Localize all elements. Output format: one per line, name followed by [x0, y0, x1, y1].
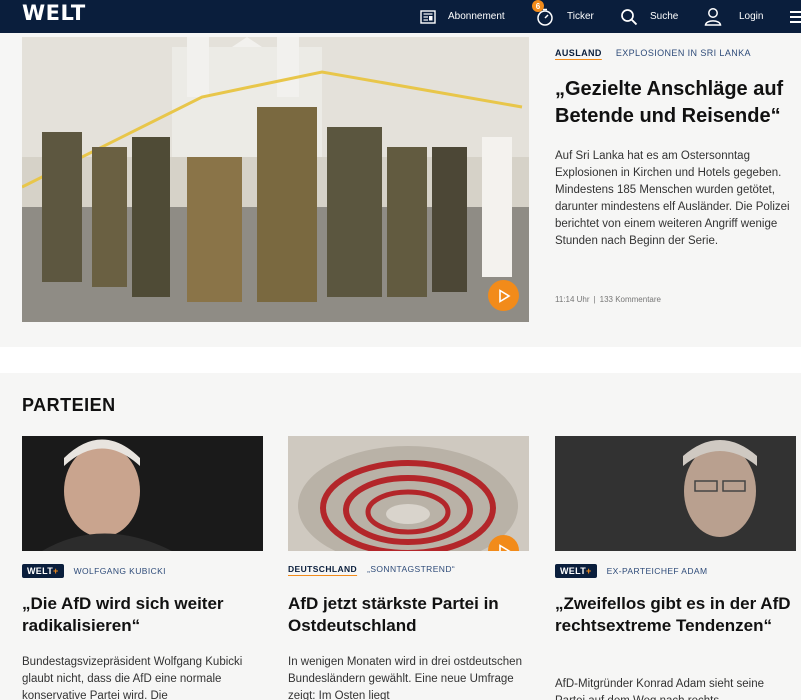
lead-kicker: AUSLAND EXPLOSIONEN IN SRI LANKA [555, 48, 751, 58]
play-icon [498, 543, 511, 551]
kubicki-portrait-photo [22, 436, 263, 551]
lead-teaser: Auf Sri Lanka hat es am Ostersonntag Exp… [555, 150, 790, 247]
lead-meta: 11:14 Uhr | 133 Kommentare [555, 295, 661, 304]
welt-plus-badge: WELT+ [555, 564, 597, 578]
search-icon [621, 8, 638, 25]
card-3-kicker: WELT+ EX-PARTEICHEF ADAM [555, 564, 707, 578]
user-icon [704, 8, 722, 26]
card-3-title[interactable]: „Zweifellos gibt es in der AfD rechtsext… [555, 593, 795, 637]
card-1-title[interactable]: „Die AfD wird sich weiter radikalisieren… [22, 593, 262, 637]
lead-topic-link[interactable]: EXPLOSIONEN IN SRI LANKA [616, 48, 751, 58]
section-divider [0, 347, 801, 373]
top-navigation-bar: WELT Abonnement Ticker 6 Suche Login [0, 0, 801, 33]
card-1-image[interactable] [22, 436, 263, 551]
card-2-section-link[interactable]: DEUTSCHLAND [288, 564, 357, 574]
nav-login-label: Login [739, 11, 764, 22]
card-1-topic[interactable]: WOLFGANG KUBICKI [74, 566, 166, 576]
nav-ticker[interactable]: Ticker [536, 0, 594, 33]
card-2-topic[interactable]: „SONNTAGSTREND“ [367, 564, 455, 574]
card-1-text: Bundestagsvizepräsident Wolfgang Kubicki… [22, 656, 243, 700]
welt-logo[interactable]: WELT [22, 2, 86, 24]
nav-ticker-label: Ticker [567, 11, 594, 22]
card-3-image[interactable] [555, 436, 796, 551]
card-3-topic[interactable]: EX-PARTEICHEF ADAM [607, 566, 708, 576]
section-title[interactable]: PARTEIEN [22, 395, 116, 416]
nav-abonnement[interactable]: Abonnement [420, 0, 505, 33]
nav-suche[interactable]: Suche [620, 0, 678, 33]
parliament-chamber-photo [288, 436, 529, 551]
nav-suche-label: Suche [650, 11, 679, 22]
lead-timestamp: 11:14 Uhr [555, 295, 590, 304]
menu-button[interactable] [790, 0, 801, 33]
nav-abonnement-label: Abonnement [448, 11, 505, 22]
lead-headline[interactable]: „Gezielte Anschläge auf Betende und Reis… [555, 76, 801, 130]
card-2-kicker: DEUTSCHLAND „SONNTAGSTREND“ [288, 564, 455, 574]
adam-portrait-photo [555, 436, 796, 551]
lead-section-link[interactable]: AUSLAND [555, 48, 602, 58]
welt-plus-badge: WELT+ [22, 564, 64, 578]
hamburger-menu-icon [790, 10, 801, 23]
card-1-kicker: WELT+ WOLFGANG KUBICKI [22, 564, 166, 578]
card-2-image[interactable] [288, 436, 529, 551]
lead-article-image[interactable] [22, 37, 529, 322]
play-icon [498, 288, 511, 303]
card-2-text: In wenigen Monaten wird in drei ostdeuts… [288, 656, 522, 700]
card-3-text: AfD-Mitgründer Konrad Adam sieht seine P… [555, 678, 765, 700]
lead-comments-link[interactable]: 133 Kommentare [600, 295, 661, 304]
sri-lanka-church-photo [22, 37, 529, 322]
newspaper-icon [420, 9, 436, 24]
card-2-title[interactable]: AfD jetzt stärkste Partei in Ostdeutschl… [288, 593, 528, 637]
video-play-button[interactable] [488, 280, 519, 311]
ticker-count-badge: 6 [532, 0, 544, 12]
nav-login[interactable]: Login [704, 0, 763, 33]
